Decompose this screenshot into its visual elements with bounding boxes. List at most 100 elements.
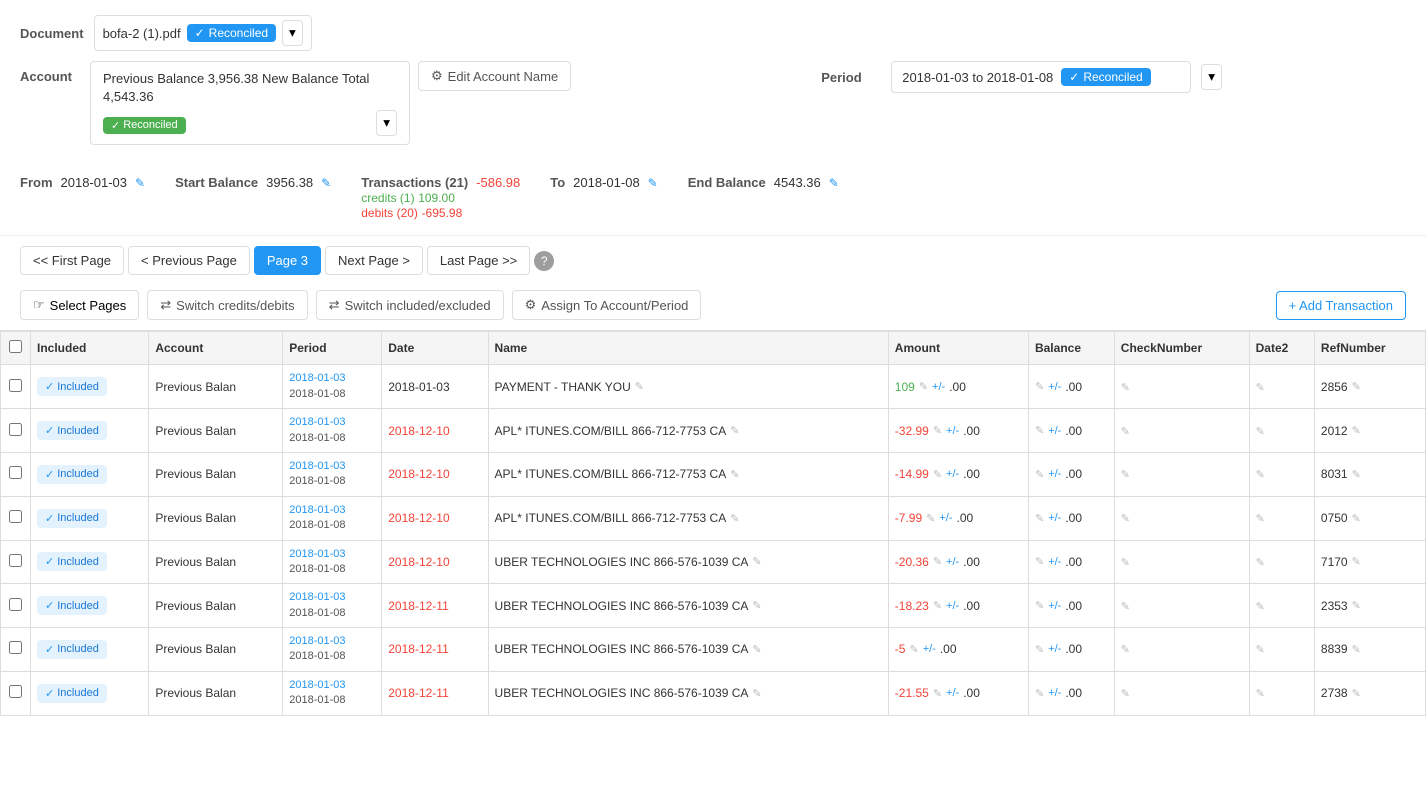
select-all-checkbox[interactable] bbox=[9, 340, 22, 353]
edit-account-button[interactable]: ⚙ Edit Account Name bbox=[418, 61, 571, 91]
date2-edit-icon[interactable]: ✎ bbox=[1256, 688, 1265, 700]
name-edit-icon[interactable]: ✎ bbox=[635, 380, 644, 393]
checknumber-edit-icon[interactable]: ✎ bbox=[1121, 644, 1130, 656]
balance-plus-minus[interactable]: +/- bbox=[1048, 600, 1061, 612]
date2-edit-icon[interactable]: ✎ bbox=[1256, 513, 1265, 525]
checknumber-edit-icon[interactable]: ✎ bbox=[1121, 557, 1130, 569]
last-page-button[interactable]: Last Page >> bbox=[427, 246, 530, 275]
amount-plus-minus[interactable]: +/- bbox=[946, 425, 959, 437]
name-edit-icon[interactable]: ✎ bbox=[730, 468, 739, 481]
row-checkbox-0[interactable] bbox=[9, 379, 22, 392]
row-included-5: ✓ Included bbox=[31, 584, 149, 628]
current-page-button[interactable]: Page 3 bbox=[254, 246, 321, 275]
checknumber-edit-icon[interactable]: ✎ bbox=[1121, 513, 1130, 525]
add-transaction-button[interactable]: + Add Transaction bbox=[1276, 291, 1406, 320]
checknumber-edit-icon[interactable]: ✎ bbox=[1121, 382, 1130, 394]
select-pages-button[interactable]: ☞ Select Pages bbox=[20, 290, 139, 320]
amount-plus-minus[interactable]: +/- bbox=[946, 556, 959, 568]
refnumber-edit-icon[interactable]: ✎ bbox=[1352, 643, 1361, 656]
balance-plus-minus[interactable]: +/- bbox=[1048, 425, 1061, 437]
to-edit-icon[interactable]: ✎ bbox=[648, 176, 658, 190]
amount-plus-minus[interactable]: +/- bbox=[932, 381, 945, 393]
pagination-row: << First Page < Previous Page Page 3 Nex… bbox=[0, 236, 1426, 285]
refnumber-edit-icon[interactable]: ✎ bbox=[1352, 555, 1361, 568]
amount-edit-icon[interactable]: ✎ bbox=[926, 512, 935, 525]
prev-page-button[interactable]: < Previous Page bbox=[128, 246, 250, 275]
balance-edit-icon[interactable]: ✎ bbox=[1035, 380, 1044, 393]
date2-edit-icon[interactable]: ✎ bbox=[1256, 644, 1265, 656]
balance-edit-icon[interactable]: ✎ bbox=[1035, 512, 1044, 525]
date2-edit-icon[interactable]: ✎ bbox=[1256, 601, 1265, 613]
date2-edit-icon[interactable]: ✎ bbox=[1256, 426, 1265, 438]
row-checkbox-4[interactable] bbox=[9, 554, 22, 567]
amount-plus-minus[interactable]: +/- bbox=[946, 600, 959, 612]
name-edit-icon[interactable]: ✎ bbox=[730, 512, 739, 525]
row-account-7: Previous Balan bbox=[149, 671, 283, 715]
refnumber-edit-icon[interactable]: ✎ bbox=[1352, 512, 1361, 525]
balance-edit-icon[interactable]: ✎ bbox=[1035, 599, 1044, 612]
name-edit-icon[interactable]: ✎ bbox=[752, 687, 761, 700]
row-checkbox-7[interactable] bbox=[9, 685, 22, 698]
row-checkbox-6[interactable] bbox=[9, 641, 22, 654]
amount-plus-minus[interactable]: +/- bbox=[946, 687, 959, 699]
amount-edit-icon[interactable]: ✎ bbox=[933, 468, 942, 481]
period-dropdown-button[interactable]: ▾ bbox=[1201, 64, 1222, 90]
checknumber-edit-icon[interactable]: ✎ bbox=[1121, 469, 1130, 481]
end-balance-edit-icon[interactable]: ✎ bbox=[829, 176, 839, 190]
amount-plus-minus[interactable]: +/- bbox=[923, 643, 936, 655]
amount-plus-minus[interactable]: +/- bbox=[939, 512, 952, 524]
balance-plus-minus[interactable]: +/- bbox=[1048, 643, 1061, 655]
name-edit-icon[interactable]: ✎ bbox=[752, 643, 761, 656]
balance-edit-icon[interactable]: ✎ bbox=[1035, 687, 1044, 700]
checknumber-edit-icon[interactable]: ✎ bbox=[1121, 688, 1130, 700]
switch-included-button[interactable]: ⇄ Switch included/excluded bbox=[316, 290, 504, 320]
refnumber-edit-icon[interactable]: ✎ bbox=[1352, 424, 1361, 437]
first-page-button[interactable]: << First Page bbox=[20, 246, 124, 275]
refnumber-edit-icon[interactable]: ✎ bbox=[1352, 380, 1361, 393]
amount-edit-icon[interactable]: ✎ bbox=[933, 424, 942, 437]
switch-credits-button[interactable]: ⇄ Switch credits/debits bbox=[147, 290, 307, 320]
from-group: From 2018-01-03 ✎ bbox=[20, 175, 145, 190]
refnumber-edit-icon[interactable]: ✎ bbox=[1352, 468, 1361, 481]
balance-plus-minus[interactable]: +/- bbox=[1048, 556, 1061, 568]
name-edit-icon[interactable]: ✎ bbox=[752, 555, 761, 568]
name-edit-icon[interactable]: ✎ bbox=[730, 424, 739, 437]
balance-plus-minus[interactable]: +/- bbox=[1048, 468, 1061, 480]
next-page-button[interactable]: Next Page > bbox=[325, 246, 423, 275]
row-checkbox-2[interactable] bbox=[9, 466, 22, 479]
amount-edit-icon[interactable]: ✎ bbox=[933, 687, 942, 700]
date2-edit-icon[interactable]: ✎ bbox=[1256, 557, 1265, 569]
balance-edit-icon[interactable]: ✎ bbox=[1035, 468, 1044, 481]
document-dropdown-button[interactable]: ▾ bbox=[282, 20, 303, 46]
amount-plus-minus[interactable]: +/- bbox=[946, 468, 959, 480]
balance-edit-icon[interactable]: ✎ bbox=[1035, 643, 1044, 656]
account-dropdown[interactable]: Previous Balance 3,956.38 New Balance To… bbox=[90, 61, 410, 145]
refnumber-edit-icon[interactable]: ✎ bbox=[1352, 599, 1361, 612]
from-edit-icon[interactable]: ✎ bbox=[135, 176, 145, 190]
refnumber-edit-icon[interactable]: ✎ bbox=[1352, 687, 1361, 700]
amount-edit-icon[interactable]: ✎ bbox=[909, 643, 918, 656]
date2-edit-icon[interactable]: ✎ bbox=[1256, 382, 1265, 394]
date2-edit-icon[interactable]: ✎ bbox=[1256, 469, 1265, 481]
row-name-6: UBER TECHNOLOGIES INC 866-576-1039 CA ✎ bbox=[488, 628, 888, 672]
check-icon-account: ✓ bbox=[111, 119, 120, 132]
amount-edit-icon[interactable]: ✎ bbox=[933, 555, 942, 568]
row-refnumber-4: 7170 ✎ bbox=[1314, 540, 1425, 584]
balance-plus-minus[interactable]: +/- bbox=[1048, 381, 1061, 393]
balance-plus-minus[interactable]: +/- bbox=[1048, 512, 1061, 524]
row-checkbox-5[interactable] bbox=[9, 598, 22, 611]
balance-plus-minus[interactable]: +/- bbox=[1048, 687, 1061, 699]
account-dropdown-button[interactable]: ▾ bbox=[376, 110, 397, 136]
amount-edit-icon[interactable]: ✎ bbox=[933, 599, 942, 612]
name-edit-icon[interactable]: ✎ bbox=[752, 599, 761, 612]
help-icon[interactable]: ? bbox=[534, 251, 554, 271]
row-checkbox-1[interactable] bbox=[9, 423, 22, 436]
checknumber-edit-icon[interactable]: ✎ bbox=[1121, 601, 1130, 613]
checknumber-edit-icon[interactable]: ✎ bbox=[1121, 426, 1130, 438]
amount-edit-icon[interactable]: ✎ bbox=[919, 380, 928, 393]
start-balance-edit-icon[interactable]: ✎ bbox=[321, 176, 331, 190]
row-checkbox-3[interactable] bbox=[9, 510, 22, 523]
balance-edit-icon[interactable]: ✎ bbox=[1035, 555, 1044, 568]
balance-edit-icon[interactable]: ✎ bbox=[1035, 424, 1044, 437]
assign-account-button[interactable]: ⚙ Assign To Account/Period bbox=[512, 290, 702, 320]
